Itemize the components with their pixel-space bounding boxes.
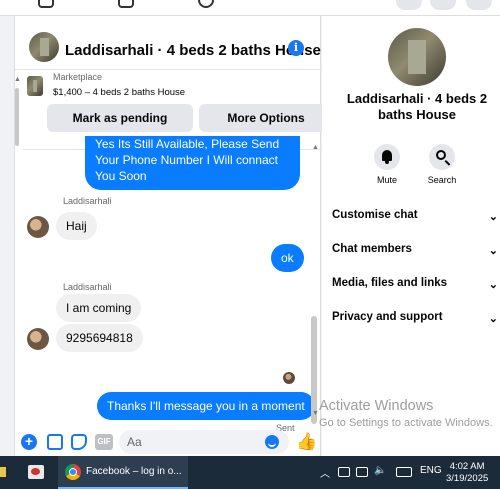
- section-label: Privacy and support: [332, 311, 443, 323]
- scroll-up-arrow-icon[interactable]: ▲: [14, 76, 21, 83]
- avatar[interactable]: [27, 328, 49, 350]
- marketplace-label: Marketplace: [53, 72, 103, 82]
- listing-thumbnail-small[interactable]: [27, 76, 43, 96]
- scroll-up-arrow-icon[interactable]: ▲: [312, 144, 319, 151]
- chevron-down-icon: ⌄: [488, 245, 498, 257]
- taskbar-chrome-window[interactable]: Facebook – log in o...: [58, 456, 188, 489]
- scroll-down-arrow-icon[interactable]: ▼: [312, 410, 319, 417]
- seen-avatar: [283, 372, 295, 384]
- more-options-button[interactable]: More Options: [199, 104, 333, 132]
- section-label: Customise chat: [332, 209, 418, 221]
- section-privacy-support[interactable]: Privacy and support ⌄: [332, 311, 500, 331]
- taskbar: Facebook – log in o... ︿ 🔈 ENG 4:02 AM 3…: [0, 456, 500, 489]
- chat-info-panel: Laddisarhali · 4 beds 2 baths House Mute…: [322, 16, 500, 456]
- device-icon[interactable]: [338, 467, 350, 477]
- taskbar-window-title: Facebook – log in o...: [86, 466, 182, 477]
- photo-icon[interactable]: [47, 434, 63, 450]
- listing-description[interactable]: $1,400 – 4 beds 2 baths House: [53, 87, 185, 98]
- section-customise-chat[interactable]: Customise chat ⌄: [332, 209, 500, 229]
- volume-icon[interactable]: 🔈: [374, 465, 386, 476]
- section-label: Chat members: [332, 243, 412, 255]
- account-icon[interactable]: [466, 0, 492, 10]
- activate-windows-watermark: Activate Windows Go to Settings to activ…: [319, 398, 493, 429]
- sender-name: Laddisarhali: [63, 196, 112, 206]
- top-nav-bar: [0, 0, 500, 16]
- chat-scrollbar[interactable]: [311, 316, 317, 424]
- chevron-up-icon[interactable]: ︿: [320, 465, 330, 480]
- message-input[interactable]: [119, 430, 289, 454]
- message-bubble-outgoing: Thanks I'll message you in a moment: [97, 392, 315, 420]
- network-icon[interactable]: [356, 467, 368, 477]
- section-media-files-links[interactable]: Media, files and links ⌄: [332, 277, 500, 297]
- avatar[interactable]: [27, 216, 49, 238]
- clock-time: 4:02 AM: [449, 461, 485, 472]
- groups-icon[interactable]: [198, 0, 214, 8]
- message-bubble-outgoing: ok: [271, 244, 304, 272]
- home-icon[interactable]: [38, 0, 54, 8]
- plus-icon[interactable]: +: [21, 434, 37, 450]
- message-bubble-outgoing: Yes Its Still Available, Please Send You…: [85, 136, 300, 190]
- chevron-down-icon: ⌄: [488, 211, 498, 223]
- message-bubble-incoming: I am coming: [56, 294, 142, 322]
- chevron-down-icon: ⌄: [488, 279, 498, 291]
- listing-photo[interactable]: [388, 28, 446, 86]
- watermark-subtitle: Go to Settings to activate Windows.: [319, 417, 493, 429]
- system-clock[interactable]: 4:02 AM 3/19/2025: [446, 461, 488, 485]
- conversation-title: Laddisarhali · 4 beds 2 baths House: [346, 91, 488, 122]
- chat-header: Laddisarhali · 4 beds 2 baths House i: [15, 24, 322, 70]
- message-bubble-incoming: Haij: [56, 212, 97, 240]
- notifications-icon[interactable]: [430, 0, 456, 10]
- message-composer: + GIF 👍: [15, 430, 322, 456]
- info-icon[interactable]: i: [288, 40, 304, 56]
- listing-thumbnail[interactable]: [29, 32, 59, 62]
- sticker-icon[interactable]: [71, 434, 87, 450]
- keyboard-icon[interactable]: [396, 467, 412, 477]
- mute-button[interactable]: Mute: [362, 144, 412, 185]
- mute-label: Mute: [376, 175, 397, 185]
- message-list: Yes Its Still Available, Please Send You…: [15, 136, 322, 436]
- watermark-title: Activate Windows: [319, 398, 434, 414]
- search-button[interactable]: Search: [417, 144, 467, 185]
- marketplace-icon[interactable]: [118, 0, 134, 8]
- taskbar-edge-icon[interactable]: [0, 467, 6, 477]
- language-indicator[interactable]: ENG: [420, 465, 442, 476]
- section-chat-members[interactable]: Chat members ⌄: [332, 243, 500, 263]
- chat-title[interactable]: Laddisarhali · 4 beds 2 baths House: [65, 42, 321, 59]
- menu-icon[interactable]: [396, 0, 422, 10]
- bell-icon: [382, 150, 392, 164]
- gif-icon[interactable]: GIF: [95, 434, 113, 450]
- chevron-down-icon: ⌄: [488, 313, 498, 325]
- search-icon: [436, 150, 446, 160]
- search-label: Search: [427, 175, 457, 185]
- screen: Laddisarhali · 4 beds 2 baths House i ▲ …: [0, 0, 500, 489]
- thumbs-up-icon[interactable]: 👍: [296, 432, 317, 452]
- pinned-app-icon[interactable]: [28, 465, 44, 479]
- mark-as-pending-button[interactable]: Mark as pending: [47, 104, 193, 132]
- sender-name: Laddisarhali: [63, 282, 112, 292]
- chat-panel: Laddisarhali · 4 beds 2 baths House i ▲ …: [14, 16, 333, 456]
- chrome-icon: [65, 464, 81, 480]
- emoji-icon[interactable]: [265, 435, 279, 449]
- message-bubble-incoming: 9295694818: [56, 324, 143, 352]
- clock-date: 3/19/2025: [446, 473, 489, 484]
- section-label: Media, files and links: [332, 277, 448, 289]
